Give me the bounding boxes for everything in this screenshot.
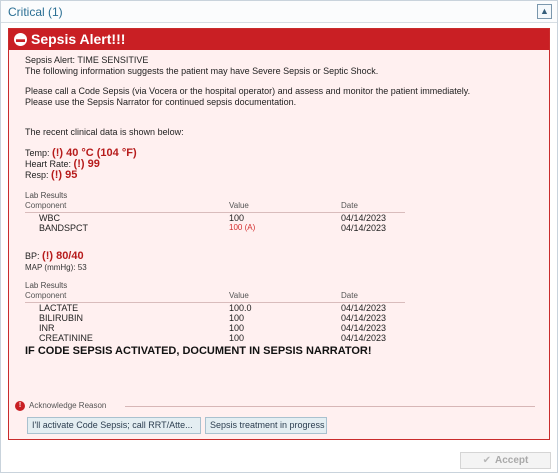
- vital-label: BP:: [25, 250, 40, 261]
- lab-results-table-1: Component Value Date WBC 100 04/14/2023 …: [25, 201, 405, 233]
- vital-label: Temp:: [25, 147, 50, 158]
- lab-component: BILIRUBIN: [39, 312, 84, 323]
- vital-value: (!) 95: [51, 168, 78, 181]
- bpa-panel: Critical (1) ▲ ▬ Sepsis Alert!!! Sepsis …: [0, 0, 558, 473]
- table-row: CREATININE 100 04/14/2023: [25, 333, 405, 343]
- sepsis-directive: IF CODE SEPSIS ACTIVATED, DOCUMENT IN SE…: [25, 344, 372, 357]
- reason-treatment-in-progress-button[interactable]: Sepsis treatment in progress: [205, 417, 327, 434]
- alert-header: ▬ Sepsis Alert!!!: [9, 29, 549, 50]
- map-value: MAP (mmHg): 53: [25, 262, 87, 272]
- lab-date: 04/14/2023: [341, 302, 387, 313]
- lab-date: 04/14/2023: [341, 212, 387, 223]
- accept-label: Accept: [495, 455, 529, 466]
- divider: [125, 406, 535, 407]
- lab-date: 04/14/2023: [341, 312, 387, 323]
- column-header: Date: [341, 201, 405, 213]
- lab-component: LACTATE: [39, 302, 79, 313]
- table-row: BANDSPCT 100 (A) 04/14/2023: [25, 223, 405, 233]
- vital-heart-rate: Heart Rate: (!) 99: [25, 157, 543, 170]
- vital-resp: Resp: (!) 95: [25, 168, 543, 181]
- lab-value: 100: [229, 312, 245, 323]
- lab-component: INR: [39, 322, 55, 333]
- alert-body: Sepsis Alert: TIME SENSITIVE The followi…: [25, 55, 543, 356]
- lab-results-table-2: Component Value Date LACTATE 100.0 04/14…: [25, 291, 405, 343]
- column-header: Value: [229, 291, 341, 303]
- alert-header-line: Sepsis Alert: TIME SENSITIVE: [25, 55, 149, 65]
- alert-intro: The following information suggests the p…: [25, 65, 379, 76]
- lab-date: 04/14/2023: [341, 332, 387, 343]
- lab-date: 04/14/2023: [341, 222, 387, 233]
- vital-temp: Temp: (!) 40 °C (104 °F): [25, 147, 543, 159]
- section-header: Critical (1) ▲: [1, 1, 557, 23]
- accept-button[interactable]: ✔ Accept: [460, 452, 551, 469]
- required-error-icon: !: [15, 401, 25, 411]
- vital-value: (!) 99: [73, 157, 100, 170]
- recent-data-label: The recent clinical data is shown below:: [25, 127, 184, 137]
- lab-date: 04/14/2023: [341, 322, 387, 333]
- table-row: WBC 100 04/14/2023: [25, 212, 405, 223]
- lab-value-abnormal: 100 (A): [229, 222, 256, 232]
- vital-bp: BP: (!) 80/40: [25, 250, 543, 262]
- lab-component: BANDSPCT: [39, 222, 89, 233]
- acknowledge-label: Acknowledge Reason: [29, 401, 107, 410]
- lab-value: 100.0: [229, 302, 252, 313]
- table-row: LACTATE 100.0 04/14/2023: [25, 302, 405, 313]
- column-header: Component: [25, 291, 229, 303]
- acknowledge-section: ! Acknowledge Reason I'll activate Code …: [13, 401, 543, 437]
- collapse-button[interactable]: ▲: [537, 4, 552, 19]
- column-header: Value: [229, 201, 341, 213]
- alert-stop-icon: ▬: [14, 33, 27, 46]
- lab-results-title: Lab Results: [25, 190, 68, 200]
- table-row: BILIRUBIN 100 04/14/2023: [25, 313, 405, 323]
- table-row: INR 100 04/14/2023: [25, 323, 405, 333]
- checkmark-icon: ✔: [482, 455, 492, 466]
- column-header: Date: [341, 291, 405, 303]
- column-header: Component: [25, 201, 229, 213]
- vital-value: (!) 80/40: [42, 249, 84, 262]
- section-title: Critical (1): [8, 5, 63, 19]
- sepsis-alert-card: ▬ Sepsis Alert!!! Sepsis Alert: TIME SEN…: [8, 28, 550, 440]
- double-chevron-up-icon: ▲: [540, 6, 549, 16]
- lab-value: 100: [229, 212, 245, 223]
- lab-results-title: Lab Results: [25, 280, 68, 290]
- lab-component: WBC: [39, 212, 60, 223]
- lab-value: 100: [229, 332, 245, 343]
- alert-instruction-1: Please call a Code Sepsis (via Vocera or…: [25, 86, 471, 96]
- vital-label: Resp:: [25, 169, 49, 180]
- vital-label: Heart Rate:: [25, 158, 72, 169]
- alert-title: Sepsis Alert!!!: [31, 31, 126, 47]
- lab-value: 100: [229, 322, 245, 333]
- reason-activate-code-sepsis-button[interactable]: I'll activate Code Sepsis; call RRT/Atte…: [27, 417, 201, 434]
- alert-instruction-2: Please use the Sepsis Narrator for conti…: [25, 96, 297, 107]
- lab-component: CREATININE: [39, 332, 93, 343]
